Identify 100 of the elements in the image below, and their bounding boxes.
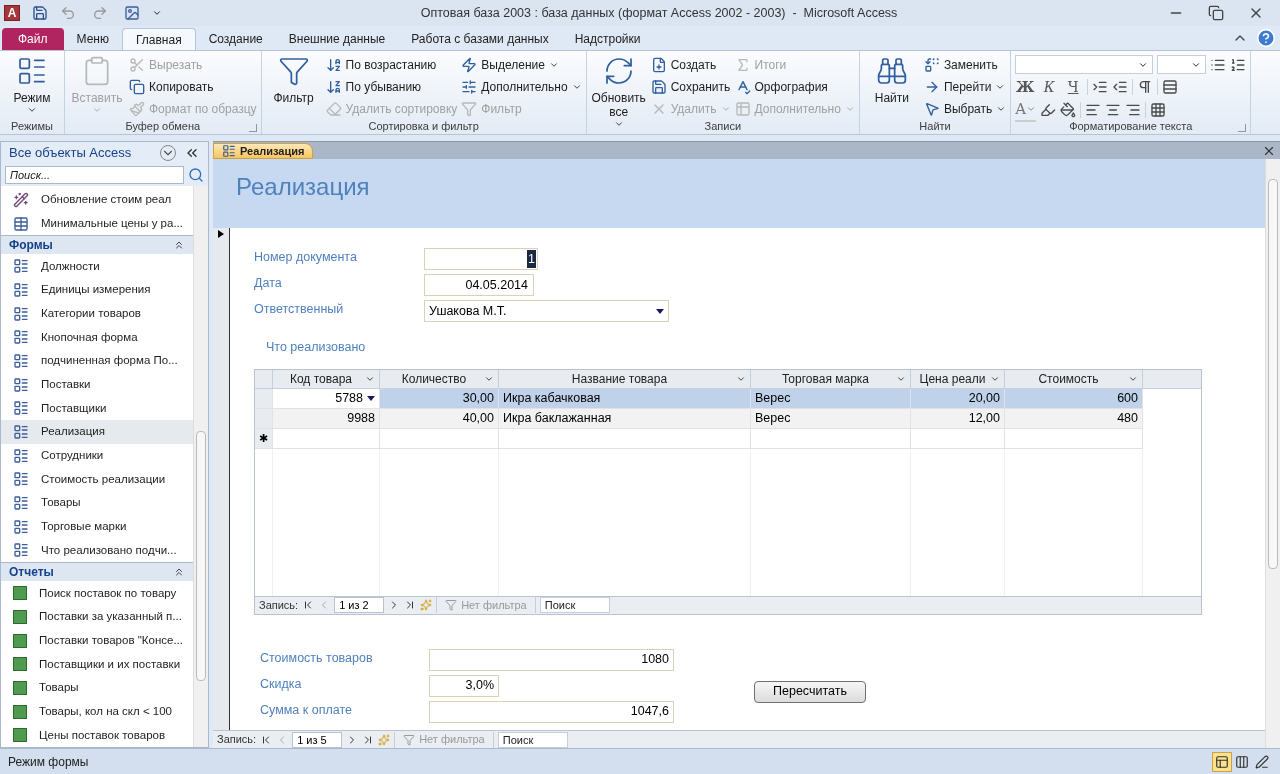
record-position-field[interactable]: 1 из 2 [334,597,385,614]
nav-item[interactable]: Категории товаров [1,301,193,326]
search-field[interactable]: Поиск [539,597,610,614]
search-field[interactable]: Поиск... [5,166,184,184]
ribbon-button[interactable]: Сохранить [650,77,731,97]
grid-icon[interactable] [1150,102,1167,118]
column-header[interactable]: Цена реали [911,369,1005,388]
nav-item[interactable]: Торговые марки [1,514,193,539]
ribbon-large-button[interactable]: Режим [4,55,60,115]
ribbon-large-button[interactable]: Фильтр [265,55,322,105]
nav-item[interactable]: Обновление стоим реал [1,188,193,212]
ribbon-tab[interactable]: Надстройки [561,28,654,50]
nav-item[interactable]: подчиненная форма По... [1,349,193,373]
column-header[interactable]: Количество [380,369,499,388]
ribbon-tab[interactable]: Создание [195,28,276,50]
form-icon [13,447,29,464]
replace-icon [923,57,940,73]
nav-item[interactable]: Товары, кол на скл < 100 [1,699,193,724]
font-size-field[interactable] [1156,55,1207,74]
text-field[interactable]: 04.05.2014 [424,274,534,296]
nav-section-header[interactable]: Отчеты [1,562,193,582]
ribbon-large-button[interactable]: Найти [863,55,920,105]
ribbon-button[interactable]: Копировать [129,77,257,97]
ribbon-button[interactable]: Орфография [734,77,855,97]
file-tab[interactable]: Файл [2,28,64,50]
datasheet-row[interactable]: 9988 40,00 Икра баклажанная Верес 12,00 480 [255,408,1143,429]
nav-item[interactable]: Стоимость реализации [1,467,193,492]
scrollbar[interactable] [1265,159,1280,748]
nav-item[interactable]: Поставки за указанный п... [1,605,193,629]
ribbon-button[interactable]: По убыванию [325,77,458,97]
font-name-field[interactable] [1015,55,1153,74]
collapse-section-icon [173,566,185,579]
form-icon [13,352,29,369]
gridlines-icon[interactable] [1162,79,1179,95]
scrollbar[interactable] [193,186,208,747]
form-view-icon-button[interactable] [1212,751,1232,772]
ribbon-button[interactable]: По возрастанию [325,55,458,75]
record-position-field[interactable]: 1 из 5 [292,731,343,748]
picture-icon[interactable] [124,5,140,21]
numbered-list-icon[interactable] [1230,56,1247,73]
search-field[interactable]: Поиск [497,731,568,748]
format-button[interactable]: Ч [1063,76,1084,98]
ribbon-button[interactable]: Создать [650,55,731,75]
close-icon[interactable] [1262,144,1276,158]
paint-bucket-icon[interactable] [1060,102,1077,118]
nav-item[interactable]: Поставки товаров "Консе... [1,628,193,653]
highlighter-icon[interactable] [1040,102,1057,118]
ribbon-tab[interactable]: Внешние данные [275,28,399,50]
nav-item[interactable]: Что реализовано подчи... [1,538,193,563]
ribbon-tab[interactable]: Работа с базами данных [398,28,562,50]
outdent-icon[interactable] [1112,79,1129,95]
caret-icon [995,82,1006,92]
align-center-icon[interactable] [1105,102,1122,118]
recalculate-button[interactable]: Пересчитать [754,680,866,703]
align-left-icon[interactable] [1085,102,1102,118]
nav-item[interactable]: Единицы измерения [1,278,193,302]
column-header[interactable]: Название товара [499,369,751,388]
nav-item[interactable]: Цены поставок товаров [1,723,193,747]
ribbon-button[interactable]: Дополнительно [461,77,582,97]
ribbon-tab[interactable]: Главная [121,28,196,50]
ribbon-button[interactable]: Заменить [923,55,1007,75]
help-icon[interactable] [1256,28,1276,48]
nav-item[interactable]: Должности [1,254,193,279]
ribbon-button[interactable]: Выбрать [923,99,1007,119]
total-field[interactable]: 3,0% [429,674,499,697]
nav-item[interactable]: Поставки [1,372,193,397]
save-icon[interactable] [32,5,48,21]
text-field[interactable]: 1 [424,248,538,270]
ribbon-button[interactable]: Выделение [461,55,582,75]
column-header[interactable]: Стоимость [1005,369,1143,388]
restore-icon[interactable] [1208,5,1224,21]
combo-field[interactable]: Ушакова М.Т. [424,300,669,322]
record-selector[interactable] [213,228,230,730]
indent-icon[interactable] [1092,79,1109,95]
nav-section-header[interactable]: Формы [1,235,193,255]
datasheet-row[interactable]: 5788 30,00 Икра кабачковая Верес 20,00 600 [255,388,1143,409]
format-button[interactable]: Ж [1015,76,1036,98]
new-record-row[interactable]: ✱ [255,428,1143,449]
search-icon[interactable] [188,167,204,183]
nav-item[interactable]: Поставщики [1,396,193,421]
font-color-button[interactable]: A [1015,97,1037,123]
align-right-icon[interactable] [1125,102,1142,118]
nav-item[interactable]: Товары [1,491,193,515]
nav-item[interactable]: Сотрудники [1,443,193,468]
nav-item[interactable]: Поиск поставок по товару [1,581,193,605]
total-field[interactable]: 1047,6 [429,700,674,723]
nav-item[interactable]: Товары [1,676,193,700]
format-button[interactable]: К [1039,76,1060,98]
ribbon-button[interactable]: Перейти [923,77,1007,97]
group-label: Найти [919,119,951,135]
ribbon-tab[interactable]: Меню [63,28,122,50]
total-field[interactable]: 1080 [429,648,674,671]
ribbon-large-button[interactable]: Обновить все [590,55,647,129]
nav-item[interactable]: Поставщики и их поставки [1,652,193,677]
nav-item[interactable]: Реализация [1,420,193,444]
column-header[interactable]: Торговая марка [751,369,911,388]
column-header[interactable]: Код товара [273,369,380,388]
nav-item[interactable]: Кнопочная форма [1,325,193,350]
document-tab[interactable]: Реализация [213,143,314,159]
nav-item[interactable]: Минимальные цены у ра... [1,211,193,236]
